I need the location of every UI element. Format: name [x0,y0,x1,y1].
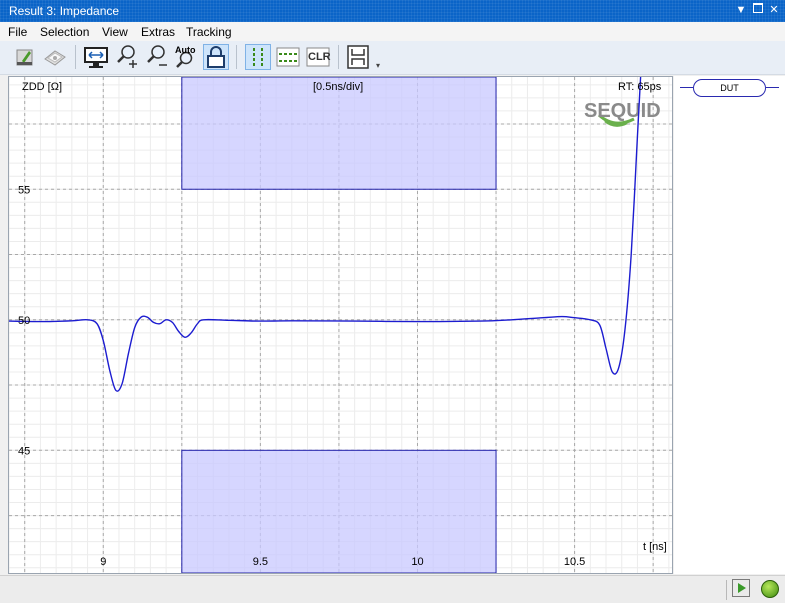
run-button[interactable] [732,579,750,597]
window-title: Result 3: Impedance [9,4,120,18]
toolbar: Auto CLR ▾ [0,41,785,75]
auto-label: Auto [175,45,196,55]
y-tick-label: 50 [18,315,30,327]
toolbar-separator [75,45,76,69]
status-led-icon [761,580,779,598]
title-bar: Result 3: Impedance ▼ ✕ [0,0,785,22]
dut-block[interactable]: DUT [693,79,766,97]
x-tick-label: 9.5 [253,556,268,568]
menu-view[interactable]: View [102,25,128,39]
dut-connector-right [766,87,779,88]
zoom-in-button[interactable] [113,44,139,70]
monitor-fit-icon [84,47,108,68]
toolbar-overflow-icon[interactable]: ▾ [376,61,380,70]
x-tick-label: 10.5 [564,556,585,568]
impedance-plot[interactable]: SEQUID 9 9.5 10 10.5 45 50 55 ZDD [Ω] [0.5ns/d… [8,76,673,574]
vertical-cursors-icon [253,48,263,66]
split-view-icon [347,45,369,69]
play-icon [738,583,746,593]
scope-icon [44,50,66,66]
timebase-label: [0.5ns/div] [313,81,364,93]
maximize-icon[interactable] [751,3,765,17]
limit-mask [181,77,497,190]
menu-selection[interactable]: Selection [40,25,89,39]
x-tick-label: 9 [100,556,106,568]
menu-file[interactable]: File [8,25,27,39]
close-icon[interactable]: ✕ [767,3,781,17]
y-tick-label: 55 [18,184,30,196]
status-bar [0,575,785,603]
new-result-icon [16,49,33,66]
toolbar-separator [236,45,237,69]
new-result-button[interactable] [12,44,38,70]
split-view-button[interactable] [345,44,371,70]
fit-view-button[interactable] [83,44,109,70]
impedance-chart[interactable]: SEQUID 9 9.5 10 10.5 45 50 55 [9,77,672,573]
horizontal-cursors-button[interactable] [275,44,301,70]
menu-bar: File Selection View Extras Tracking [0,22,785,41]
vertical-cursors-button[interactable] [245,44,271,70]
x-tick-label: 10 [411,556,423,568]
clear-button[interactable]: CLR [305,44,331,70]
limit-mask [181,449,497,573]
menu-tracking[interactable]: Tracking [186,25,232,39]
toolbar-separator [338,45,339,69]
lock-button[interactable] [203,44,229,70]
y-tick-label: 45 [18,445,30,457]
rise-time-label: RT: 65ps [618,81,662,93]
x-axis-label: t [ns] [643,541,667,553]
dut-connector-left [680,87,693,88]
zoom-out-icon [147,45,167,66]
open-result-button[interactable] [42,44,68,70]
horizontal-cursors-icon [276,47,300,67]
clr-label: CLR [308,51,331,63]
zoom-out-button[interactable] [143,44,169,70]
zoom-in-icon [117,45,137,68]
window-menu-icon[interactable]: ▼ [734,3,748,17]
sequid-logo: SEQUID [584,100,661,127]
status-separator [726,580,727,600]
y-axis-label: ZDD [Ω] [22,81,62,93]
auto-zoom-button[interactable]: Auto [173,44,199,70]
sequid-logo-text: SEQUID [584,100,661,122]
menu-extras[interactable]: Extras [141,25,175,39]
right-panel [674,76,785,574]
lock-icon [207,46,225,68]
